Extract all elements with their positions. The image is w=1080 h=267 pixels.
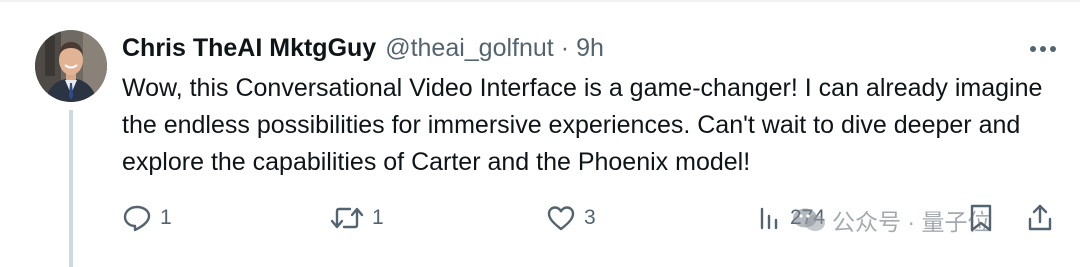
- like-button[interactable]: 3: [546, 198, 596, 238]
- header-separator: ·: [560, 34, 570, 62]
- bookmark-icon: [970, 204, 992, 232]
- thread-connector-line: [69, 110, 73, 267]
- views-chart-icon: [760, 207, 778, 230]
- bookmark-button[interactable]: [968, 198, 994, 238]
- share-icon: [1028, 204, 1052, 231]
- more-options-button[interactable]: [1026, 34, 1060, 64]
- retweet-icon: [330, 207, 364, 229]
- reply-icon: [123, 205, 151, 232]
- avatar[interactable]: [35, 30, 107, 102]
- retweet-count: 1: [372, 206, 384, 229]
- views-button[interactable]: 274: [758, 198, 825, 238]
- tweet-text: Wow, this Conversational Video Interface…: [122, 74, 1043, 176]
- reply-count: 1: [160, 206, 172, 229]
- like-count: 3: [584, 206, 596, 229]
- reply-button[interactable]: 1: [122, 198, 172, 238]
- more-horizontal-icon: [1030, 46, 1056, 52]
- tweet-action-bar: 1 1 3 274: [0, 198, 1080, 238]
- retweet-button[interactable]: 1: [330, 198, 384, 238]
- heart-icon: [547, 206, 575, 231]
- display-name[interactable]: Chris TheAI MktgGuy: [122, 33, 376, 63]
- tweet-header: Chris TheAI MktgGuy @theai_golfnut · 9h: [122, 33, 604, 63]
- tweet-card[interactable]: Chris TheAI MktgGuy @theai_golfnut · 9h …: [0, 0, 1080, 267]
- avatar-photo: [35, 30, 107, 102]
- top-divider: [0, 0, 1080, 2]
- user-handle[interactable]: @theai_golfnut: [385, 33, 554, 63]
- tweet-timestamp[interactable]: 9h: [576, 33, 604, 63]
- share-button[interactable]: [1026, 198, 1054, 238]
- views-count: 274: [790, 206, 826, 229]
